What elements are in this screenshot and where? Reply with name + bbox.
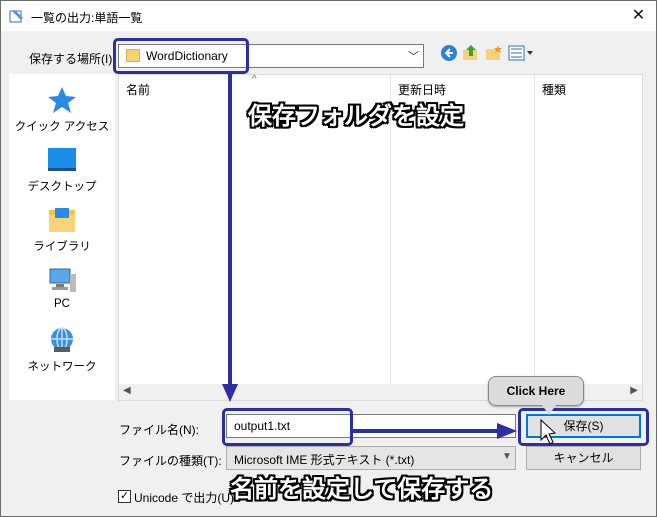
place-label: ライブラリ — [33, 241, 91, 253]
place-network[interactable]: ネットワーク — [9, 326, 115, 374]
column-divider — [534, 75, 535, 387]
place-pc[interactable]: PC — [9, 266, 115, 310]
bubble-tail — [542, 405, 556, 415]
library-icon — [49, 208, 75, 232]
column-header-type[interactable]: 種類 — [542, 81, 566, 98]
place-library[interactable]: ライブラリ — [9, 206, 115, 254]
filetype-label: ファイルの種類(T): — [119, 454, 222, 468]
star-icon — [48, 87, 76, 113]
place-label: ネットワーク — [27, 361, 97, 373]
chevron-down-icon: ﹀ — [408, 51, 419, 63]
filetype-select[interactable]: Microsoft IME 形式テキスト (*.txt) — [226, 446, 516, 470]
save-highlight-box — [518, 408, 649, 446]
folder-highlight-box — [113, 38, 249, 74]
place-label: デスクトップ — [27, 181, 97, 193]
view-menu-icon[interactable] — [508, 44, 534, 62]
cancel-button[interactable]: キャンセル — [526, 446, 641, 470]
scroll-right-icon[interactable]: ▶ — [630, 385, 638, 396]
network-icon — [51, 327, 73, 352]
place-label: PC — [54, 298, 70, 310]
back-icon[interactable] — [440, 44, 458, 62]
unicode-label: Unicode で出力(U) — [134, 491, 235, 505]
window-title: 一覧の出力:単語一覧 — [31, 11, 143, 25]
places-bar: クイック アクセス デスクトップ ライブラリ PC ネットワーク — [9, 74, 115, 400]
place-label: クイック アクセス — [14, 121, 110, 133]
place-quick-access[interactable]: クイック アクセス — [9, 86, 115, 134]
filename-highlight-box — [222, 408, 353, 446]
scroll-left-icon[interactable]: ◀ — [123, 385, 131, 396]
sort-arrow-icon: ^ — [252, 74, 257, 85]
pc-icon — [49, 268, 76, 292]
chevron-down-icon: ▼ — [502, 451, 512, 462]
up-folder-icon[interactable] — [462, 44, 480, 62]
click-here-bubble: Click Here — [488, 376, 584, 406]
save-hint-text: 名前を設定して保存する — [230, 475, 494, 503]
folder-hint-text: 保存フォルダを設定 — [248, 102, 464, 130]
title-bar: 一覧の出力:単語一覧 ✕ — [1, 1, 656, 31]
save-location-label: 保存する場所(I): — [29, 52, 116, 66]
filename-label: ファイル名(N): — [119, 423, 199, 437]
unicode-checkbox[interactable]: ✓ — [118, 490, 131, 503]
desktop-icon — [48, 148, 76, 171]
place-desktop[interactable]: デスクトップ — [9, 146, 115, 194]
app-icon — [9, 10, 23, 23]
new-folder-icon[interactable] — [485, 44, 503, 62]
column-header-name[interactable]: 名前 — [126, 81, 150, 98]
close-button[interactable]: ✕ — [621, 1, 656, 31]
